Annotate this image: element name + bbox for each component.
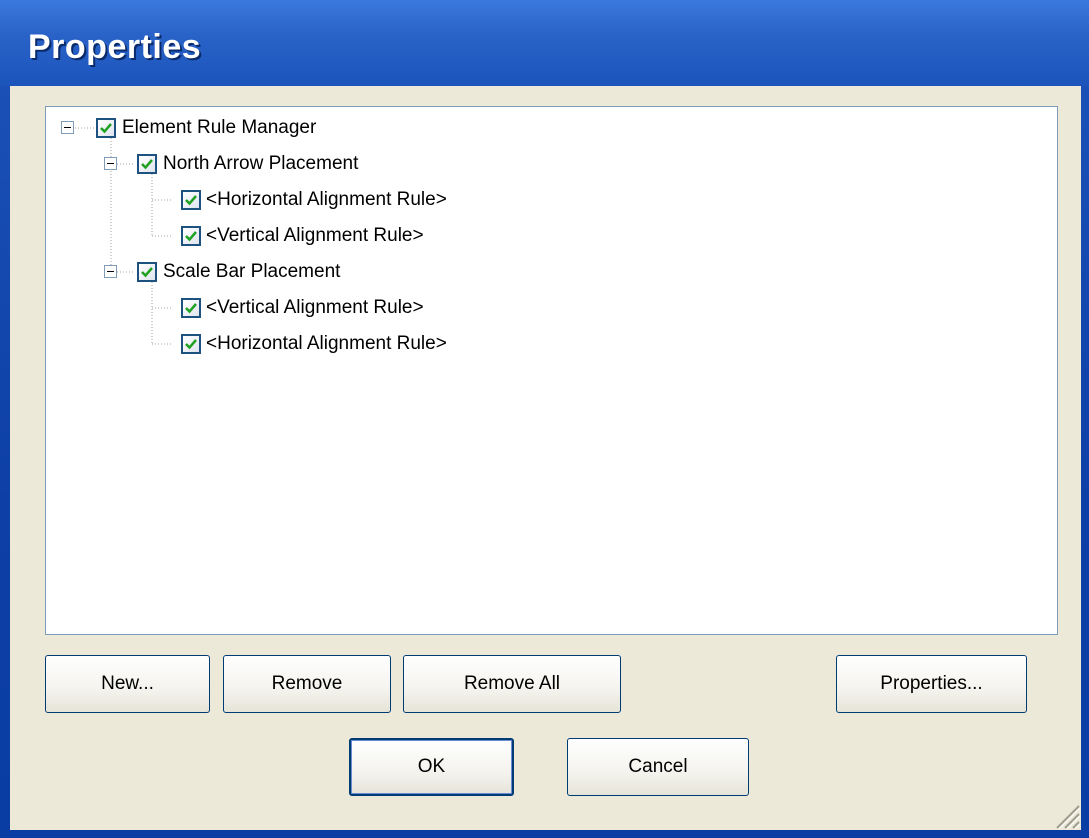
dialog-title: Properties xyxy=(28,28,202,66)
tree-connector-lines xyxy=(75,127,173,345)
dialog-body: Element Rule Manager North Arrow Placeme… xyxy=(10,86,1081,830)
rule-label: <Horizontal Alignment Rule> xyxy=(206,189,447,210)
checkmark-icon xyxy=(185,195,197,206)
rule-checkbox[interactable] xyxy=(181,190,201,210)
checkmark-icon xyxy=(100,123,112,134)
checkmark-icon xyxy=(141,267,153,278)
new-button[interactable]: New... xyxy=(45,655,210,713)
root-collapse-toggle[interactable] xyxy=(61,121,74,134)
checkmark-icon xyxy=(141,159,153,170)
rule-label: <Vertical Alignment Rule> xyxy=(206,225,424,246)
group-scale-bar-label: Scale Bar Placement xyxy=(163,261,341,282)
resize-grip-icon[interactable] xyxy=(1051,800,1081,830)
group-scale-bar-collapse-toggle[interactable] xyxy=(104,265,117,278)
remove-all-button[interactable]: Remove All xyxy=(403,655,621,713)
checkmark-icon xyxy=(185,339,197,350)
properties-button[interactable]: Properties... xyxy=(836,655,1027,713)
group-north-arrow-label: North Arrow Placement xyxy=(163,153,359,174)
cancel-button[interactable]: Cancel xyxy=(567,738,749,796)
group-north-arrow-checkbox[interactable] xyxy=(137,154,157,174)
checkmark-icon xyxy=(185,231,197,242)
group-north-arrow-collapse-toggle[interactable] xyxy=(104,157,117,170)
rule-label: <Vertical Alignment Rule> xyxy=(206,297,424,318)
group-scale-bar-checkbox[interactable] xyxy=(137,262,157,282)
root-checkbox[interactable] xyxy=(96,118,116,138)
properties-dialog: Properties Element Rule Manager North Ar… xyxy=(0,0,1089,838)
rule-checkbox[interactable] xyxy=(181,226,201,246)
rule-label: <Horizontal Alignment Rule> xyxy=(206,333,447,354)
remove-button[interactable]: Remove xyxy=(223,655,391,713)
rule-tree-view[interactable]: Element Rule Manager North Arrow Placeme… xyxy=(45,106,1058,635)
checkmark-icon xyxy=(185,303,197,314)
ok-button[interactable]: OK xyxy=(349,738,514,796)
title-bar[interactable]: Properties xyxy=(0,0,1089,86)
rule-checkbox[interactable] xyxy=(181,298,201,318)
root-label: Element Rule Manager xyxy=(122,117,317,138)
rule-checkbox[interactable] xyxy=(181,334,201,354)
